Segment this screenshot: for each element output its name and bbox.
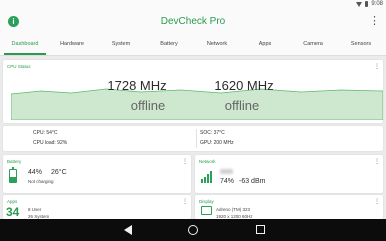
signal-percent: 74% [220,178,235,185]
tab-hardware[interactable]: Hardware [60,41,84,47]
cpu-frequency-chart [11,88,383,120]
cpu-frequency-area [11,88,383,120]
core-2-frequency: 1620 MHz [214,78,274,93]
card-menu-icon[interactable]: ⋮ [374,64,380,70]
battery-temp: 26°C [51,169,67,176]
apps-card[interactable]: Apps ⋮ 8 User 26 System [3,195,191,219]
cpu-temp: CPU: 54°C [33,130,58,136]
battery-percent: 44% [28,169,43,176]
network-card[interactable]: Network ⋮ 74% -63 dBm [195,155,383,193]
status-time: 9:08 [371,1,383,7]
card-menu-icon[interactable]: ⋮ [374,199,380,205]
apps-user-count: 8 User [28,207,42,212]
cpu-load: CPU load: 92% [33,140,68,146]
status-bar: 9:08 [0,0,386,10]
tab-bar: Dashboard Hardware System Battery Networ… [0,34,386,56]
core-1-state: offline [130,98,166,113]
cpu-info-card[interactable]: CPU: 54°C CPU load: 92% SOC: 37°C GPU: 2… [3,126,383,151]
app-bar: i DevCheck Pro ⋮ [0,10,386,34]
recents-icon[interactable] [256,225,265,234]
core-1-frequency: 1728 MHz [107,78,167,93]
core-2-state: offline [224,98,260,113]
battery-status: Not charging [28,179,54,184]
signal-strength-icon [201,171,212,183]
system-nav-bar [0,219,386,241]
cpu-status-card[interactable]: CPU Status ⋮ 1728 MHz 1620 MHz offline o… [3,60,383,123]
signal-dbm: -63 dBm [239,178,266,185]
battery-title: Battery [7,159,22,164]
tab-network[interactable]: Network [207,41,227,47]
apps-title: Apps [7,199,18,204]
active-tab-indicator [4,53,46,55]
battery-card[interactable]: Battery ⋮ 44% 26°C Not charging [3,155,191,193]
gpu-frequency: GPU: 200 MHz [200,140,234,146]
home-icon[interactable] [188,225,198,235]
card-menu-icon[interactable]: ⋮ [182,159,188,165]
tab-sensors[interactable]: Sensors [351,41,371,47]
display-icon [201,206,212,215]
battery-level-fill [10,176,16,182]
tab-battery[interactable]: Battery [160,41,177,47]
network-name-blurred [220,169,233,174]
back-icon[interactable] [124,225,132,235]
display-card[interactable]: Display ⋮ Adreno (TM) 323 1920 x 1200 60… [195,195,383,219]
tab-system[interactable]: System [112,41,130,47]
cpu-status-title: CPU Status [7,64,31,69]
display-title: Display [199,199,214,204]
app-title: DevCheck Pro [160,16,226,27]
status-icons: 9:08 [356,1,383,7]
battery-level-icon [9,167,17,183]
tab-camera[interactable]: Camera [303,41,323,47]
card-menu-icon[interactable]: ⋮ [182,199,188,205]
wifi-icon [356,1,363,7]
soc-temp: SOC: 37°C [200,130,225,136]
card-menu-icon[interactable]: ⋮ [374,159,380,165]
more-vert-icon[interactable]: ⋮ [369,15,380,27]
tab-dashboard[interactable]: Dashboard [12,41,39,47]
tab-apps[interactable]: Apps [259,41,272,47]
network-title: Network [199,159,216,164]
info-divider [196,129,197,148]
battery-icon [365,1,369,7]
display-gpu: Adreno (TM) 323 [216,207,251,212]
apps-total-count: 34 [6,205,20,219]
